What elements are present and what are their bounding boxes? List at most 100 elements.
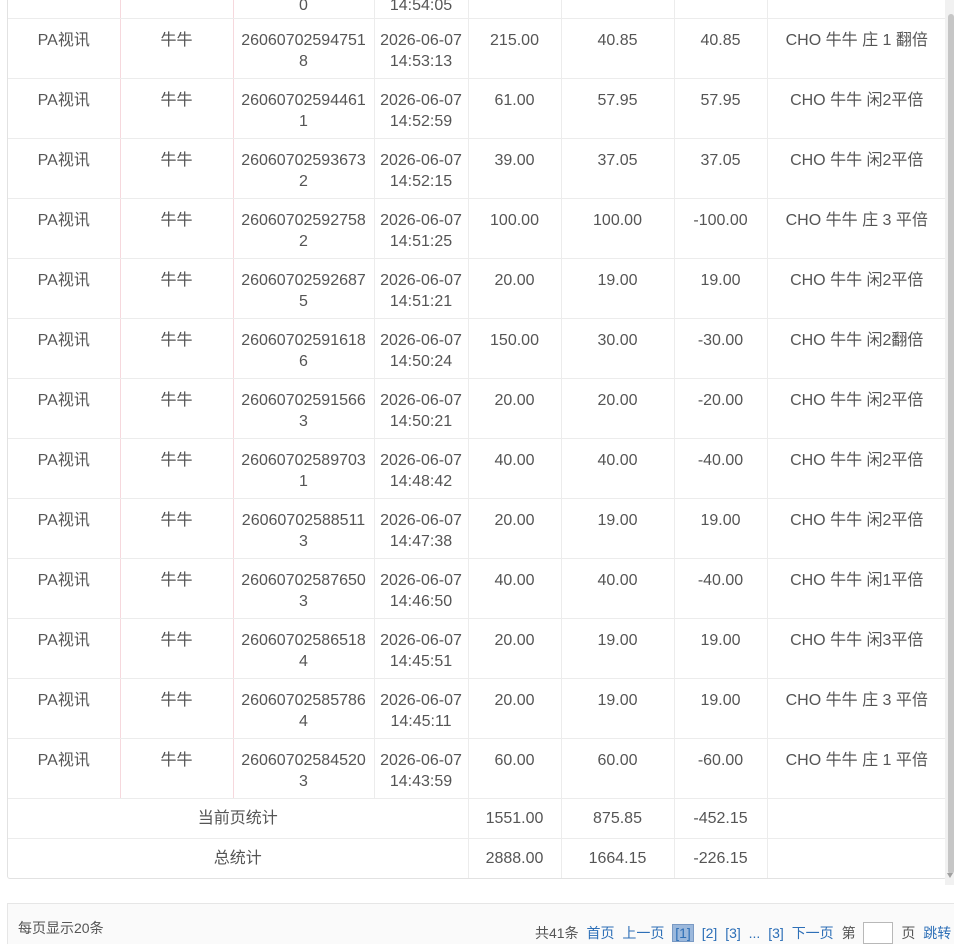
valid-amount: 19.00 — [597, 691, 638, 709]
game-cell: 牛牛 — [123, 319, 231, 351]
table-row: PA视讯 牛牛 26060702585786 4 2026-06-07 14:45:11 2… — [8, 678, 946, 739]
payout-amount: -60.00 — [697, 751, 744, 769]
bet-time: 14:52:59 — [389, 112, 453, 130]
order-id-line2: 4 — [299, 712, 308, 730]
platform-text: PA视讯 — [37, 271, 90, 289]
bet-time-cell: 2026-06-07 14:50:21 — [377, 379, 466, 432]
table-row: PA视讯 牛牛 26060702594751 8 2026-06-07 14:53:13 2… — [8, 18, 946, 79]
valid-amount: 37.05 — [597, 151, 638, 169]
bet-date: 2026-06-07 — [380, 151, 462, 169]
platform-text: PA视讯 — [37, 31, 90, 49]
bet-time-cell: 2026-06-07 14:47:38 — [377, 499, 466, 552]
bet-amount: 40.00 — [494, 451, 535, 469]
jump-button[interactable]: 跳转 — [923, 925, 951, 941]
page-link-current[interactable]: [1] — [672, 924, 694, 942]
order-id-line1: 26060702585786 — [241, 691, 366, 709]
bet-amount: 20.00 — [494, 691, 535, 709]
valid-amount: 40.00 — [597, 571, 638, 589]
bet-date: 2026-06-07 — [380, 571, 462, 589]
order-id-line1: 26060702591618 — [241, 331, 366, 349]
valid-amount: 19.00 — [597, 511, 638, 529]
game-text: 牛牛 — [160, 751, 193, 769]
bet-amount-cell: 61.00 — [471, 79, 559, 111]
vertical-scrollbar-thumb[interactable] — [948, 14, 954, 874]
bet-date: 2026-06-07 — [380, 631, 462, 649]
bet-time-cell: 2026-06-07 14:52:15 — [377, 139, 466, 192]
order-id-cell: 26060702585786 4 — [236, 679, 372, 732]
bet-amount: 215.00 — [490, 31, 539, 49]
order-id-line2: 3 — [299, 532, 308, 550]
first-page-link[interactable]: 首页 — [586, 925, 614, 941]
bet-amount-cell: 40.00 — [471, 559, 559, 591]
bet-detail-cell: CHO 牛牛 闲3平倍 — [770, 619, 945, 651]
bet-date: 2026-06-07 — [380, 691, 462, 709]
bet-detail: CHO 牛牛 闲2平倍 — [790, 451, 924, 469]
order-id-line1: 26060702593673 — [241, 151, 366, 169]
page-link-2[interactable]: [2] — [702, 925, 718, 941]
bet-amount-cell: 150.00 — [471, 319, 559, 351]
stats-payout-total: -452.15 — [693, 809, 748, 827]
platform-text: PA视讯 — [37, 751, 90, 769]
valid-amount-cell: 40.00 — [564, 559, 672, 591]
prev-page-link[interactable]: 上一页 — [622, 925, 664, 941]
bet-detail-cell: CHO 牛牛 闲2平倍 — [770, 139, 945, 171]
payout-cell: 19.00 — [677, 499, 765, 531]
platform-cell: PA视讯 — [10, 739, 118, 771]
bet-detail-cell: CHO 牛牛 庄 3 平倍 — [770, 679, 945, 711]
bet-amount-cell: 20.00 — [471, 619, 559, 651]
platform-cell: PA视讯 — [10, 379, 118, 411]
bet-detail-cell: CHO 牛牛 庄 1 翻倍 — [770, 19, 945, 51]
payout-cell: 19.00 — [677, 259, 765, 291]
scroll-down-arrow-icon[interactable] — [947, 873, 953, 878]
payout-cell: 37.05 — [677, 139, 765, 171]
order-id-cell: 26060702591618 6 — [236, 319, 372, 372]
bet-time: 14:45:11 — [390, 712, 452, 730]
valid-amount-cell: 40.85 — [564, 19, 672, 51]
bet-date: 2026-06-07 — [380, 211, 462, 229]
platform-cell: PA视讯 — [10, 259, 118, 291]
platform-cell: PA视讯 — [10, 319, 118, 351]
bet-time: 14:46:50 — [389, 592, 453, 610]
bet-time: 14:53:13 — [389, 52, 453, 70]
payout-cell: -20.00 — [677, 379, 765, 411]
bet-detail-cell: CHO 牛牛 闲2平倍 — [770, 259, 945, 291]
order-id-cell: 26060702587650 3 — [236, 559, 372, 612]
game-text: 牛牛 — [160, 151, 193, 169]
order-id-line1: 26060702588511 — [241, 511, 366, 529]
valid-amount-cell: 37.05 — [564, 139, 672, 171]
bet-date: 2026-06-07 — [380, 331, 462, 349]
bet-date: 2026-06-07 — [380, 31, 462, 49]
order-id-line2: 4 — [299, 652, 308, 670]
bet-time: 14:45:51 — [389, 652, 453, 670]
page-link-3[interactable]: [3] — [725, 925, 741, 941]
bet-time-cell: 2026-06-07 14:45:11 — [377, 679, 466, 732]
valid-amount: 100.00 — [593, 211, 642, 229]
order-id-cell: 26060702592687 5 — [236, 259, 372, 312]
next-page-link[interactable]: 下一页 — [792, 925, 834, 941]
bet-time: 14:51:21 — [389, 292, 453, 310]
bet-amount: 150.00 — [490, 331, 539, 349]
payout-amount: 19.00 — [700, 271, 741, 289]
platform-text: PA视讯 — [37, 391, 90, 409]
order-id-cell: 26060702586518 4 — [236, 619, 372, 672]
table-row: PA视讯 牛牛 26060702587650 3 2026-06-07 14:46:50 4… — [8, 558, 946, 619]
table-row: PA视讯 牛牛 26060702591618 6 2026-06-07 14:50:24 1… — [8, 318, 946, 379]
table-row: PA视讯 牛牛 26060702594461 1 2026-06-07 14:52:59 6… — [8, 78, 946, 139]
game-cell: 牛牛 — [123, 679, 231, 711]
platform-cell: PA视讯 — [10, 439, 118, 471]
table-row: PA视讯 牛牛 26060702593673 2 2026-06-07 14:52:15 3… — [8, 138, 946, 199]
bet-amount: 20.00 — [494, 271, 535, 289]
valid-amount-cell: 20.00 — [564, 379, 672, 411]
bet-detail-cell: CHO 牛牛 闲2平倍 — [770, 379, 945, 411]
page-link-last[interactable]: [3] — [768, 925, 784, 941]
order-id-cell: 26060702592758 2 — [236, 199, 372, 252]
bet-amount-cell: 215.00 — [471, 19, 559, 51]
platform-text: PA视讯 — [37, 511, 90, 529]
bet-time: 14:47:38 — [389, 532, 453, 550]
bet-detail-cell: CHO 牛牛 闲2翻倍 — [770, 319, 945, 351]
payout-amount: 19.00 — [700, 691, 741, 709]
bet-amount-cell: 60.00 — [471, 739, 559, 771]
table-row: PA视讯 牛牛 26060702592687 5 2026-06-07 14:51:21 2… — [8, 258, 946, 319]
payout-amount: 37.05 — [700, 151, 741, 169]
order-id-line1: 26060702584520 — [241, 751, 366, 769]
